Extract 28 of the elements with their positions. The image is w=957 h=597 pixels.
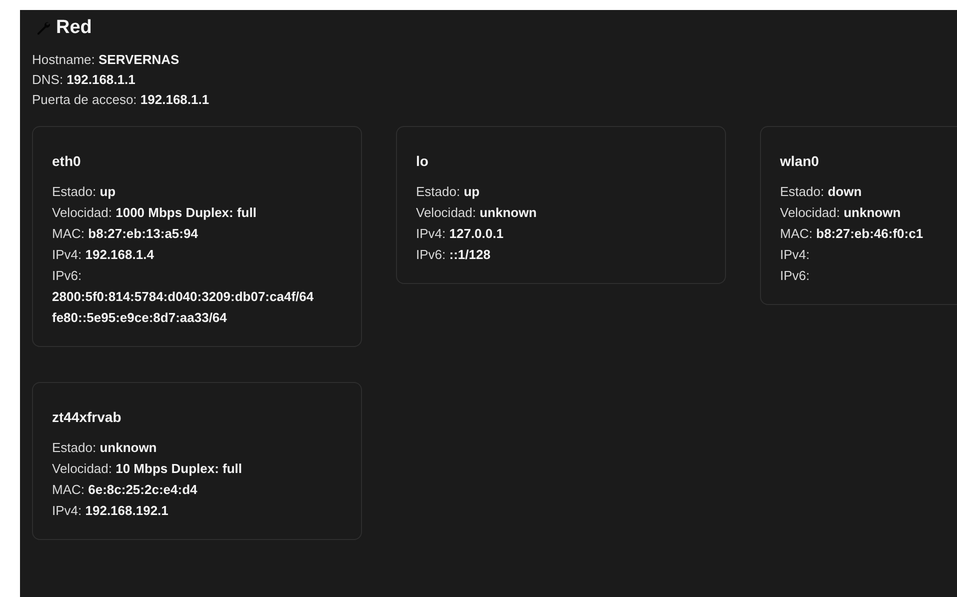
section-title: Red [56,16,92,40]
interface-field: Velocidad: 10 Mbps Duplex: full [52,458,242,479]
interface-field: Velocidad: unknown [416,202,537,223]
interface-field: IPv6: [52,265,82,286]
interface-field: MAC: b8:27:eb:13:a5:94 [52,223,198,244]
interface-field: Velocidad: 1000 Mbps Duplex: full [52,202,256,223]
interface-name: wlan0 [780,152,819,171]
ipv6-address: fe80::5e95:e9ce:8d7:aa33/64 [52,309,227,327]
summary-line: DNS: 192.168.1.1 [32,71,136,89]
interface-field: Estado: unknown [52,437,157,458]
interface-field: MAC: b8:27:eb:46:f0:c1 [780,223,924,244]
summary-line: Hostname: SERVERNAS [32,51,180,69]
ipv6-address: 2800:5f0:814:5784:d040:3209:db07:ca4f/64 [52,288,314,306]
interface-name: eth0 [52,152,81,171]
summary-line: Puerta de acceso: 192.168.1.1 [32,91,210,109]
interface-field: IPv6: ::1/128 [416,244,490,265]
interface-field: Estado: up [416,181,480,202]
interface-name: lo [416,152,428,171]
interface-name: zt44xfrvab [52,408,122,427]
interface-field: Velocidad: unknown [780,202,901,223]
interface-field: Estado: up [52,181,116,202]
interface-field: IPv6: [780,265,810,286]
interface-field: IPv4: 127.0.0.1 [416,223,504,244]
interface-field: IPv4: [780,244,810,265]
interface-field: IPv4: 192.168.1.4 [52,244,154,265]
interface-field: Estado: down [780,181,862,202]
interface-field: MAC: 6e:8c:25:2c:e4:d4 [52,479,198,500]
interface-field: IPv4: 192.168.192.1 [52,500,168,521]
